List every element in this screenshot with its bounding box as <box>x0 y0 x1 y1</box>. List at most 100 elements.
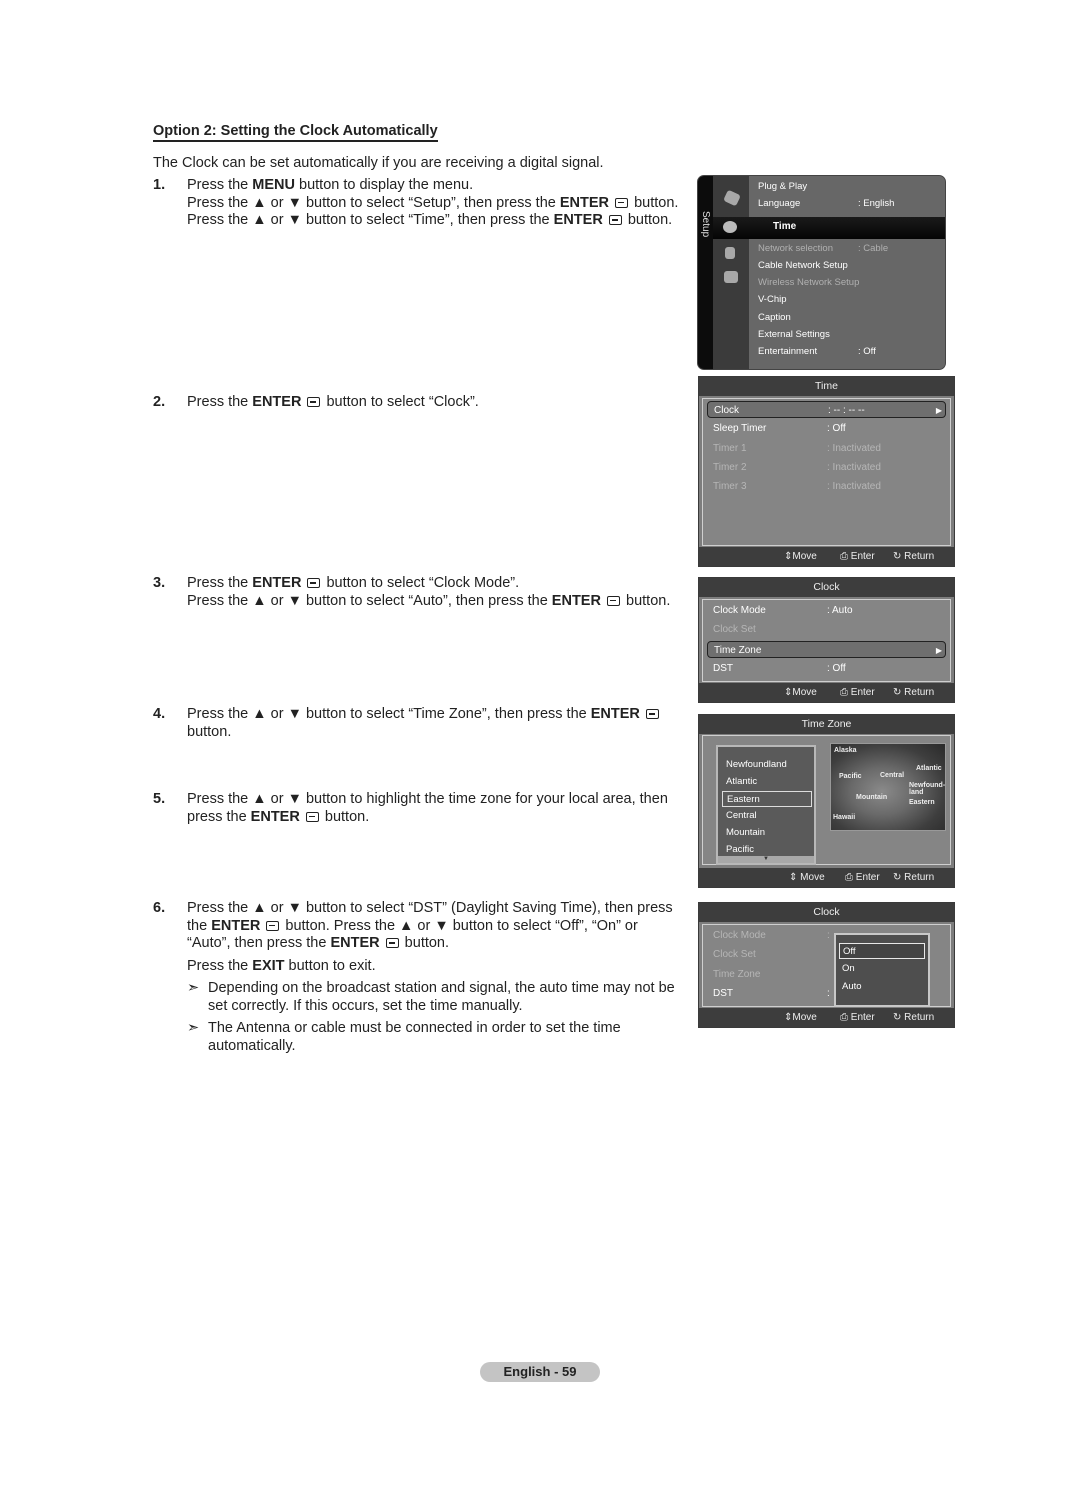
menu-row[interactable]: Clock Mode: Auto <box>707 602 946 619</box>
move-hint: ⇕Move <box>784 1012 817 1023</box>
setup-item[interactable]: Cable Network Setup <box>758 257 848 274</box>
time-label: Time <box>773 221 797 232</box>
map-label: Eastern <box>909 799 935 806</box>
setup-item-label: Network selection <box>758 243 833 254</box>
key-name: EXIT <box>252 957 285 974</box>
menu-row: Clock Set <box>707 946 946 963</box>
setup-item-value: : English <box>858 198 895 209</box>
map-label: Hawaii <box>833 814 856 821</box>
timezone-item[interactable]: Eastern <box>722 791 812 807</box>
enter-hint: ⎙ Enter <box>845 872 880 883</box>
setup-item[interactable]: External Settings <box>758 326 830 343</box>
step-body: Press the ▲ or ▼ button to select “Time … <box>187 706 688 741</box>
menu-row: Time Zone <box>707 966 946 983</box>
enter-icon <box>385 938 399 948</box>
return-hint: ↻ Return <box>893 1012 935 1023</box>
key-name: ENTER <box>250 808 300 825</box>
key-name: MENU <box>252 177 295 193</box>
enter-icon <box>615 197 629 208</box>
dst-panel-title: Clock <box>699 903 954 922</box>
step-2: 2. Press the ENTER button to select “Cloc… <box>153 394 688 412</box>
setup-item[interactable]: Plug & Play <box>758 178 807 195</box>
map-label: Newfound-land <box>909 782 946 796</box>
menu-row[interactable]: Sleep Timer : Off <box>707 420 946 437</box>
arrow-right-icon: ▶ <box>935 406 942 415</box>
timezone-item[interactable]: Atlantic <box>722 774 812 790</box>
row-label: Timer 1 <box>713 442 747 454</box>
note: ➣ The Antenna or cable must be connected … <box>187 1020 688 1055</box>
row-value: : <box>827 987 830 999</box>
panel-footer: ⇕ Move ⎙ Enter ↻ Return <box>699 868 954 887</box>
row-value: : Inactivated <box>827 481 881 493</box>
menu-row[interactable]: Clock: -- : -- -- ▶ <box>707 401 946 418</box>
enter-icon <box>606 595 620 606</box>
note-arrow-icon: ➣ <box>187 1020 200 1036</box>
step-number: 3. <box>153 575 166 591</box>
setup-item-value: : Cable <box>858 243 889 254</box>
scroll-down-icon[interactable]: ▼ <box>718 856 814 863</box>
setup-item-label: Wireless Network Setup <box>758 277 860 288</box>
intro-text: The Clock can be set automatically if yo… <box>153 155 604 171</box>
step-1: 1. Press the MENU button to display the m… <box>153 177 688 230</box>
timezone-item[interactable]: Newfoundland <box>722 757 812 773</box>
key-name: ENTER <box>252 575 302 591</box>
gear-icon <box>723 221 737 233</box>
menu-row: Clock Set <box>707 621 946 638</box>
enter-hint: ⎙ Enter <box>840 1012 875 1023</box>
enter-icon <box>608 215 622 225</box>
setup-item-time-selected[interactable]: Time <box>713 217 945 239</box>
step-line: Press the ENTER button to select “Clock”… <box>187 394 479 410</box>
step-body: Press the ENTER button to select “Clock”… <box>187 394 688 412</box>
setup-item-label: Caption <box>758 312 791 323</box>
menu-row[interactable]: DST: <box>707 985 946 1002</box>
key-name: ENTER <box>330 935 380 951</box>
return-hint: ↻ Return <box>893 551 935 562</box>
map-label: Pacific <box>839 773 862 780</box>
row-label: Clock Mode <box>713 605 766 616</box>
menu-row: Clock Mode: <box>707 927 946 944</box>
setup-item[interactable]: Entertainment: Off <box>758 343 876 360</box>
timezone-item[interactable]: Mountain <box>722 825 812 841</box>
setup-item[interactable]: Network selection : Cable <box>758 240 888 257</box>
row-value: : Off <box>827 662 846 674</box>
row-value: : <box>827 930 830 941</box>
map-label: Central <box>880 772 905 779</box>
row-value: : Inactivated <box>827 442 881 454</box>
key-name: ENTER <box>559 194 610 211</box>
setup-item[interactable]: Wireless Network Setup <box>758 274 859 291</box>
setup-item[interactable]: Caption <box>758 309 791 326</box>
timezone-panel-body: Newfoundland Atlantic Eastern Central Mounta… <box>702 735 951 865</box>
row-label: Sleep Timer <box>713 423 767 435</box>
key-name: ENTER <box>252 394 302 410</box>
step-body: Press the ▲ or ▼ button to select “DST” … <box>187 900 688 1055</box>
setup-item-label: V-Chip <box>758 294 787 305</box>
row-label: DST <box>713 662 733 674</box>
setup-side-label: Setup <box>700 211 711 238</box>
setup-item[interactable]: Language : English <box>758 195 894 212</box>
time-panel-body: Clock: -- : -- -- ▶ Sleep Timer : Off Timer … <box>702 398 951 546</box>
timezone-list[interactable]: Newfoundland Atlantic Eastern Central Mounta… <box>716 745 816 865</box>
note-arrow-icon: ➣ <box>187 980 200 996</box>
setup-item-label: Language <box>758 198 801 209</box>
map-label: Atlantic <box>916 765 942 772</box>
time-panel: Time Clock: -- : -- -- ▶ Sleep Timer: Off T… <box>698 376 955 567</box>
row-value: : Off <box>827 423 846 435</box>
step-body: Press the ▲ or ▼ button to highlight the… <box>187 791 688 826</box>
menu-icon-column <box>713 176 749 369</box>
row-label: Clock <box>714 405 740 416</box>
panel-footer: ⇕Move ⎙ Enter ↻ Return <box>699 683 954 702</box>
enter-icon <box>307 397 321 407</box>
step-line: Press the ▲ or ▼ button to select “DST” … <box>187 900 673 916</box>
panel-footer: ⇕Move ⎙ Enter ↻ Return <box>699 547 954 566</box>
clock-panel: Clock Clock Mode: Auto Clock Set Time Zone… <box>698 577 955 703</box>
setup-item[interactable]: V-Chip <box>758 291 787 308</box>
arrow-right-icon: ▶ <box>935 645 942 655</box>
step-line: Press the MENU button to display the men… <box>187 177 474 193</box>
menu-row[interactable]: DST : Off <box>707 660 946 677</box>
channel-icon <box>725 247 735 259</box>
row-label: Timer 3 <box>713 481 747 493</box>
key-name: ENTER <box>211 917 261 934</box>
menu-row[interactable]: Time Zone ▶ <box>707 640 946 658</box>
step-line: “Auto”, then press the ENTER button. <box>187 935 450 951</box>
timezone-item[interactable]: Central <box>722 808 812 824</box>
